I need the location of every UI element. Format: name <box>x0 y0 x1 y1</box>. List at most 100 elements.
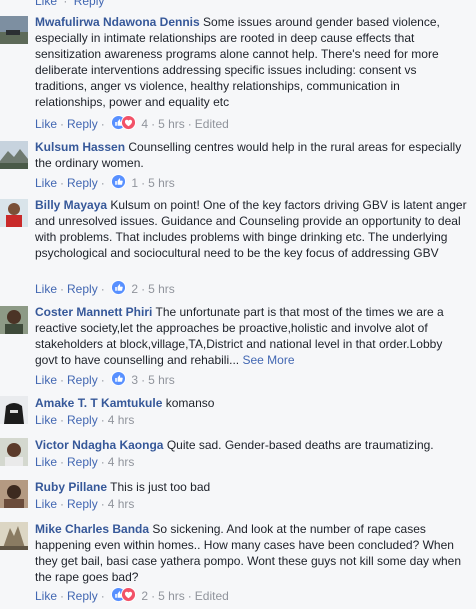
like-button[interactable]: Like <box>35 455 57 469</box>
comment-author[interactable]: Billy Mayaya <box>35 198 107 212</box>
reaction-count[interactable]: 1 <box>131 176 138 190</box>
reply-button[interactable]: Reply <box>74 0 105 8</box>
like-icon <box>111 280 127 295</box>
comment-author[interactable]: Kulsum Hassen <box>35 140 125 154</box>
timestamp[interactable]: 5 hrs <box>158 117 185 131</box>
timestamp[interactable]: 4 hrs <box>108 413 135 427</box>
timestamp[interactable]: 5 hrs <box>148 373 175 387</box>
comment-body: Coster Mannett Phiri The unfortunate par… <box>35 304 468 368</box>
comment-text: Some issues around gender based violence… <box>35 15 440 109</box>
separator: · <box>141 282 146 296</box>
comment-actions: Like · Reply · 4 · 5 hrs · Edited <box>35 115 229 132</box>
reactions[interactable] <box>111 174 127 190</box>
comment-actions: Like · Reply · 4 hrs <box>35 454 134 470</box>
separator: · <box>100 413 105 427</box>
separator: · <box>100 282 105 296</box>
like-button[interactable]: Like <box>35 0 57 8</box>
comment-body: Kulsum Hassen Counselling centres would … <box>35 139 468 171</box>
separator: · <box>60 497 65 511</box>
separator: · <box>60 117 65 131</box>
reply-button[interactable]: Reply <box>67 373 98 387</box>
timestamp[interactable]: 4 hrs <box>108 455 135 469</box>
like-button[interactable]: Like <box>35 497 57 511</box>
comment-author[interactable]: Mwafulirwa Ndawona Dennis <box>35 15 200 29</box>
comment-author[interactable]: Coster Mannett Phiri <box>35 305 152 319</box>
like-button[interactable]: Like <box>35 282 57 296</box>
avatar[interactable] <box>0 438 28 466</box>
separator: · <box>60 589 65 603</box>
like-button[interactable]: Like <box>35 176 57 190</box>
reply-button[interactable]: Reply <box>67 117 98 131</box>
comment-actions: Like · Reply · 1 · 5 hrs <box>35 174 175 191</box>
reaction-count[interactable]: 2 <box>141 589 148 603</box>
avatar[interactable] <box>0 199 28 227</box>
reaction-count[interactable]: 4 <box>141 117 148 131</box>
separator: · <box>151 589 156 603</box>
reply-button[interactable]: Reply <box>67 413 98 427</box>
comment-author[interactable]: Amake T. T Kamtukule <box>35 396 162 410</box>
edited-label[interactable]: Edited <box>195 117 229 131</box>
reply-button[interactable]: Reply <box>67 497 98 511</box>
previous-comment-actions: Like · Reply <box>35 0 104 8</box>
separator: · <box>100 373 105 387</box>
separator: · <box>63 0 68 8</box>
separator: · <box>100 176 105 190</box>
avatar[interactable] <box>0 16 28 44</box>
love-icon <box>121 115 137 130</box>
avatar[interactable] <box>0 306 28 334</box>
separator: · <box>151 117 156 131</box>
separator: · <box>100 455 105 469</box>
comment-thread: Like · Reply Mwafulirwa Ndawona Dennis S… <box>0 0 476 609</box>
reactions[interactable] <box>111 371 127 387</box>
comment-body: Mike Charles Banda So sickening. And loo… <box>35 521 468 585</box>
comment-text: Quite sad. Gender-based deaths are traum… <box>166 438 434 452</box>
see-more-link[interactable]: See More <box>242 353 294 367</box>
separator: · <box>100 497 105 511</box>
separator: · <box>187 589 192 603</box>
reaction-count[interactable]: 2 <box>131 282 138 296</box>
avatar[interactable] <box>0 396 28 424</box>
like-button[interactable]: Like <box>35 373 57 387</box>
like-button[interactable]: Like <box>35 589 57 603</box>
comment-actions: Like · Reply · 2 · 5 hrs · Edited <box>35 587 229 604</box>
comment-actions: Like · Reply · 2 · 5 hrs <box>35 280 175 297</box>
comment-author[interactable]: Mike Charles Banda <box>35 522 149 536</box>
comment-body: Mwafulirwa Ndawona Dennis Some issues ar… <box>35 14 468 110</box>
timestamp[interactable]: 4 hrs <box>108 497 135 511</box>
reply-button[interactable]: Reply <box>67 589 98 603</box>
reply-button[interactable]: Reply <box>67 282 98 296</box>
comment-author[interactable]: Ruby Pillane <box>35 480 107 494</box>
comment-author[interactable]: Victor Ndagha Kaonga <box>35 438 163 452</box>
reply-button[interactable]: Reply <box>67 176 98 190</box>
comment-actions: Like · Reply · 3 · 5 hrs <box>35 371 175 388</box>
separator: · <box>100 117 105 131</box>
reaction-count[interactable]: 3 <box>131 373 138 387</box>
avatar[interactable] <box>0 480 28 508</box>
reactions[interactable] <box>111 587 137 603</box>
separator: · <box>141 373 146 387</box>
edited-label[interactable]: Edited <box>195 589 229 603</box>
like-button[interactable]: Like <box>35 413 57 427</box>
comment-actions: Like · Reply · 4 hrs <box>35 412 134 428</box>
separator: · <box>60 413 65 427</box>
avatar[interactable] <box>0 522 28 550</box>
comment-actions: Like · Reply · 4 hrs <box>35 496 134 512</box>
timestamp[interactable]: 5 hrs <box>158 589 185 603</box>
separator: · <box>60 455 65 469</box>
separator: · <box>60 176 65 190</box>
reply-button[interactable]: Reply <box>67 455 98 469</box>
like-icon <box>111 174 127 189</box>
avatar[interactable] <box>0 141 28 169</box>
reactions[interactable] <box>111 115 137 131</box>
separator: · <box>141 176 146 190</box>
separator: · <box>100 589 105 603</box>
like-icon <box>111 371 127 386</box>
comment-body: Ruby Pillane This is just too bad <box>35 479 468 495</box>
timestamp[interactable]: 5 hrs <box>148 282 175 296</box>
reactions[interactable] <box>111 280 127 296</box>
separator: · <box>60 282 65 296</box>
separator: · <box>187 117 192 131</box>
like-button[interactable]: Like <box>35 117 57 131</box>
comment-text: komanso <box>165 396 215 410</box>
timestamp[interactable]: 5 hrs <box>148 176 175 190</box>
